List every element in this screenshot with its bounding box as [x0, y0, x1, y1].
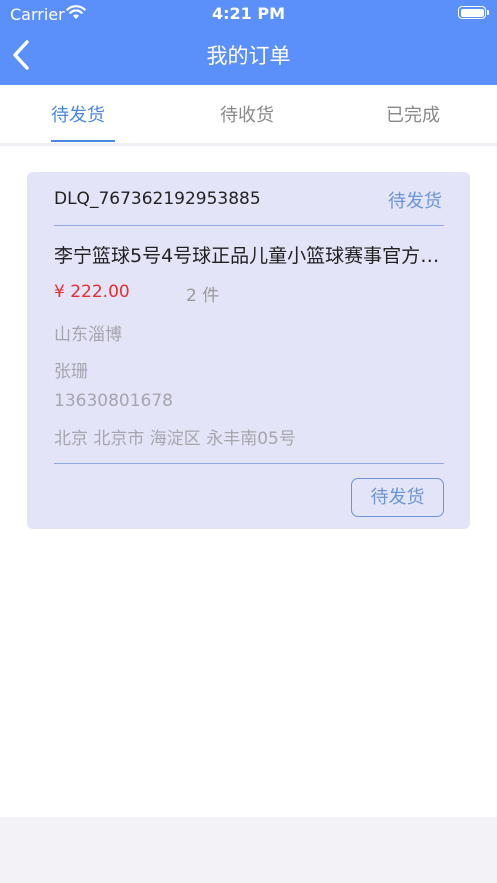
card-divider-bottom	[54, 463, 444, 464]
page-title: 我的订单	[206, 44, 291, 68]
status-time: 4:21 PM	[211, 4, 285, 23]
recipient-name: 张珊	[54, 362, 88, 382]
product-name: 李宁篮球5号4号球正品儿童小篮球赛事官方正品	[54, 245, 446, 267]
pending-shipment-button[interactable]: 待发货	[351, 478, 444, 517]
battery-tip	[487, 10, 489, 15]
order-number: DLQ_767362192953885	[54, 189, 261, 209]
status-bar: Carrier 4:21 PM	[0, 0, 497, 28]
active-tab-indicator	[51, 140, 115, 142]
recipient-phone: 13630801678	[54, 391, 173, 411]
order-status: 待发货	[388, 191, 442, 212]
order-price: ¥ 222.00	[54, 282, 130, 302]
nav-bar: Carrier 4:21 PM 我的订单	[0, 0, 497, 85]
battery-icon	[458, 6, 486, 19]
card-divider-top	[54, 225, 444, 226]
order-quantity: 2 件	[186, 286, 220, 306]
shipping-region: 山东淄博	[54, 325, 122, 345]
shipping-address: 北京 北京市 海淀区 永丰南05号	[54, 429, 296, 449]
order-card[interactable]: DLQ_767362192953885 待发货 李宁篮球5号4号球正品儿童小篮球…	[27, 172, 470, 529]
tab-pending-shipment[interactable]: 待发货	[51, 101, 105, 127]
tab-pending-receipt[interactable]: 待收货	[220, 101, 274, 127]
tabs-divider	[0, 143, 497, 146]
order-tabs: 待发货 待收货 已完成	[0, 85, 497, 143]
bottom-bar-area	[0, 817, 497, 883]
tab-completed[interactable]: 已完成	[386, 101, 440, 127]
